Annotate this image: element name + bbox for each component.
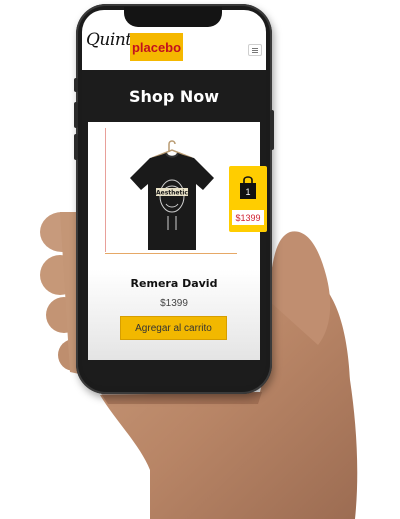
- cart-total: $1399: [232, 210, 264, 225]
- phone-notch: [124, 7, 222, 27]
- phone-volume-up: [74, 102, 78, 128]
- product-name[interactable]: Remera David: [82, 277, 266, 290]
- shopping-bag-icon: 1: [240, 176, 256, 199]
- phone-volume-down: [74, 134, 78, 160]
- shop-now-banner: Shop Now: [82, 70, 266, 122]
- logo-box-text: placebo: [131, 39, 182, 55]
- product-price: $1399: [160, 298, 188, 309]
- decorative-vertical-line: [105, 128, 106, 252]
- phone-mute-switch: [74, 78, 78, 92]
- page-title: Shop Now: [128, 86, 220, 106]
- shirt-print-text: Aesthetic: [156, 190, 188, 197]
- hamburger-icon[interactable]: [248, 44, 262, 56]
- floating-cart-widget[interactable]: 1 $1399: [229, 166, 267, 232]
- phone-power-button: [270, 110, 274, 150]
- tshirt-image[interactable]: Aesthetic: [122, 134, 222, 254]
- logo-box[interactable]: placebo: [130, 33, 183, 61]
- mockup-stage: Quinto placebo Shop Now Aesthetic Remera…: [0, 0, 400, 519]
- add-to-cart-button[interactable]: Agregar al carrito: [120, 316, 227, 340]
- cart-count: 1: [245, 187, 250, 197]
